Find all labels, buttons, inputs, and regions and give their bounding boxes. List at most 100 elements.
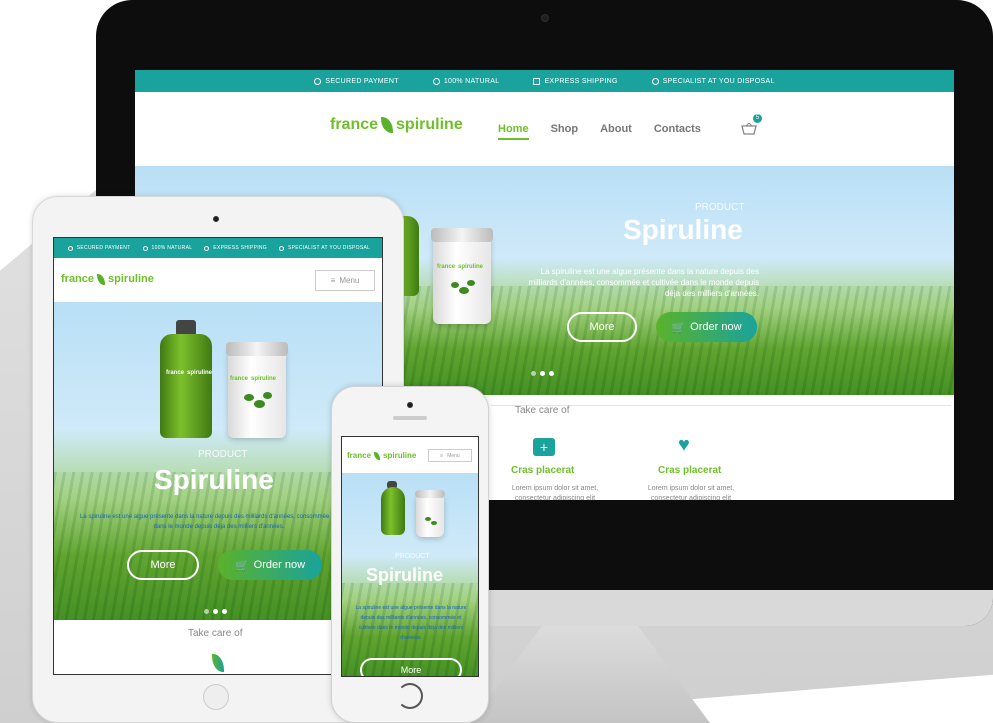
cart-count-badge: 5: [753, 114, 762, 123]
pill: [425, 517, 431, 521]
tablet-menu-button[interactable]: ≡ Menu: [315, 270, 375, 291]
topbar-shipping: EXPRESS SHIPPING: [533, 77, 617, 85]
menu-label: Menu: [339, 276, 360, 285]
carousel-dot[interactable]: [540, 371, 545, 376]
carousel-dot[interactable]: [204, 609, 209, 614]
leaf-logo-icon: [97, 273, 106, 285]
hero-kicker: PRODUCT: [695, 202, 745, 213]
menu-label: Menu: [447, 452, 460, 459]
nav-shop[interactable]: Shop: [551, 123, 579, 140]
leaf-badge-icon: [142, 245, 148, 251]
truck-icon: [204, 245, 210, 251]
hero-title: Spiruline: [154, 464, 274, 495]
order-now-button[interactable]: 🛒 Order now: [218, 550, 322, 580]
leaf-drop-icon: [212, 654, 224, 672]
topbar-natural: 100% NATURAL: [142, 245, 193, 251]
phone-speaker: [393, 416, 427, 420]
basket-icon: [741, 122, 757, 135]
phone-screen: france spiruline ≡ Menu PRODUCT Spiruline …: [341, 436, 479, 677]
topbar-specialist: SPECIALIST AT YOU DISPOSAL: [279, 245, 370, 251]
order-now-button[interactable]: 🛒 Order now: [656, 312, 757, 342]
hero-kicker: PRODUCT: [395, 553, 430, 560]
desktop-logo[interactable]: france spiruline: [330, 116, 463, 134]
truck-icon: [533, 77, 541, 85]
phone-camera-icon: [407, 402, 413, 408]
leaf-logo-icon: [381, 117, 394, 133]
tablet-home-button[interactable]: [203, 684, 229, 710]
phone-menu-button[interactable]: ≡ Menu: [428, 449, 472, 462]
feature-title: Cras placerat: [511, 465, 575, 476]
take-care-heading: Take care of: [188, 628, 243, 639]
jar-lid: [431, 228, 493, 242]
tablet-logo[interactable]: france spiruline: [61, 273, 154, 285]
topbar-secured-payment: SECURED PAYMENT: [67, 245, 131, 251]
product-jar: france spiruline: [226, 342, 288, 438]
pill: [451, 282, 459, 288]
leaf-badge-icon: [432, 77, 440, 85]
pill: [431, 521, 437, 525]
hero-text: La spiruline est une algue présente dans…: [528, 267, 759, 298]
feature-title: Cras placerat: [658, 465, 722, 476]
pill: [467, 280, 475, 286]
cart-button[interactable]: 5: [741, 114, 762, 135]
product-bottle: france spiruline: [160, 334, 212, 438]
phone-home-button[interactable]: [397, 683, 423, 709]
topbar-specialist: SPECIALIST AT YOU DISPOSAL: [651, 77, 775, 85]
order-now-label: Order now: [690, 321, 742, 333]
desktop-topbar: SECURED PAYMENT 100% NATURAL EXPRESS SHI…: [135, 70, 954, 92]
tablet-camera-icon: [213, 216, 219, 222]
cart-icon: 🛒: [671, 321, 686, 334]
topbar-shipping: EXPRESS SHIPPING: [204, 245, 267, 251]
carousel-dots: [204, 609, 227, 614]
hamburger-icon: ≡: [440, 452, 444, 459]
nav-contacts[interactable]: Contacts: [654, 123, 701, 140]
jar-lid: [415, 490, 445, 498]
hero-title: Spiruline: [366, 565, 444, 585]
pill: [254, 400, 265, 408]
monitor-camera-icon: [541, 14, 549, 22]
carousel-dot[interactable]: [213, 609, 218, 614]
nav-about[interactable]: About: [600, 123, 632, 140]
pill: [244, 394, 254, 401]
pill: [459, 287, 469, 294]
tablet-topbar: SECURED PAYMENT 100% NATURAL EXPRESS SHI…: [54, 238, 382, 258]
bottle-label: france spiruline: [166, 370, 213, 376]
carousel-dots: [531, 371, 554, 376]
product-bottle: [381, 487, 405, 535]
hero-text: La spiruline est une algue présente dans…: [355, 605, 467, 641]
pill: [263, 392, 272, 399]
hero-text: La spiruline est une algue présente dans…: [80, 514, 358, 530]
carousel-dot[interactable]: [531, 371, 536, 376]
desktop-nav: Home Shop About Contacts: [498, 123, 701, 140]
jar-label: france spiruline: [437, 264, 484, 270]
nav-home[interactable]: Home: [498, 123, 529, 140]
person-icon: [279, 245, 285, 251]
cart-icon: 🛒: [234, 559, 249, 572]
more-button[interactable]: More: [127, 550, 199, 580]
medical-kit-icon: +: [533, 438, 555, 456]
product-jar: france spiruline: [431, 228, 493, 324]
shield-icon: [67, 245, 73, 251]
hero-kicker: PRODUCT: [198, 449, 248, 460]
hamburger-icon: ≡: [330, 276, 336, 285]
jar-lid: [226, 342, 288, 356]
order-now-label: Order now: [253, 559, 306, 571]
topbar-secured-payment: SECURED PAYMENT: [314, 77, 399, 85]
hero-title: Spiruline: [623, 214, 743, 245]
feature-text: Lorem ipsum dolor sit amet, consectetur …: [511, 485, 599, 500]
feature-text: Lorem ipsum dolor sit amet, consectetur …: [647, 485, 735, 500]
leaf-logo-icon: [374, 451, 381, 460]
jar-label: france spiruline: [230, 376, 277, 382]
more-button[interactable]: More: [360, 658, 462, 676]
take-care-heading: Take care of: [515, 405, 570, 416]
carousel-dot[interactable]: [222, 609, 227, 614]
shield-icon: [314, 77, 322, 85]
heartbeat-icon: ♥: [678, 434, 690, 456]
phone-hero: PRODUCT Spiruline La spiruline est une a…: [342, 473, 478, 676]
person-icon: [651, 77, 659, 85]
carousel-dot[interactable]: [549, 371, 554, 376]
more-button[interactable]: More: [567, 312, 637, 342]
topbar-natural: 100% NATURAL: [432, 77, 500, 85]
product-jar: [415, 490, 445, 537]
phone-logo[interactable]: france spiruline: [347, 451, 416, 460]
